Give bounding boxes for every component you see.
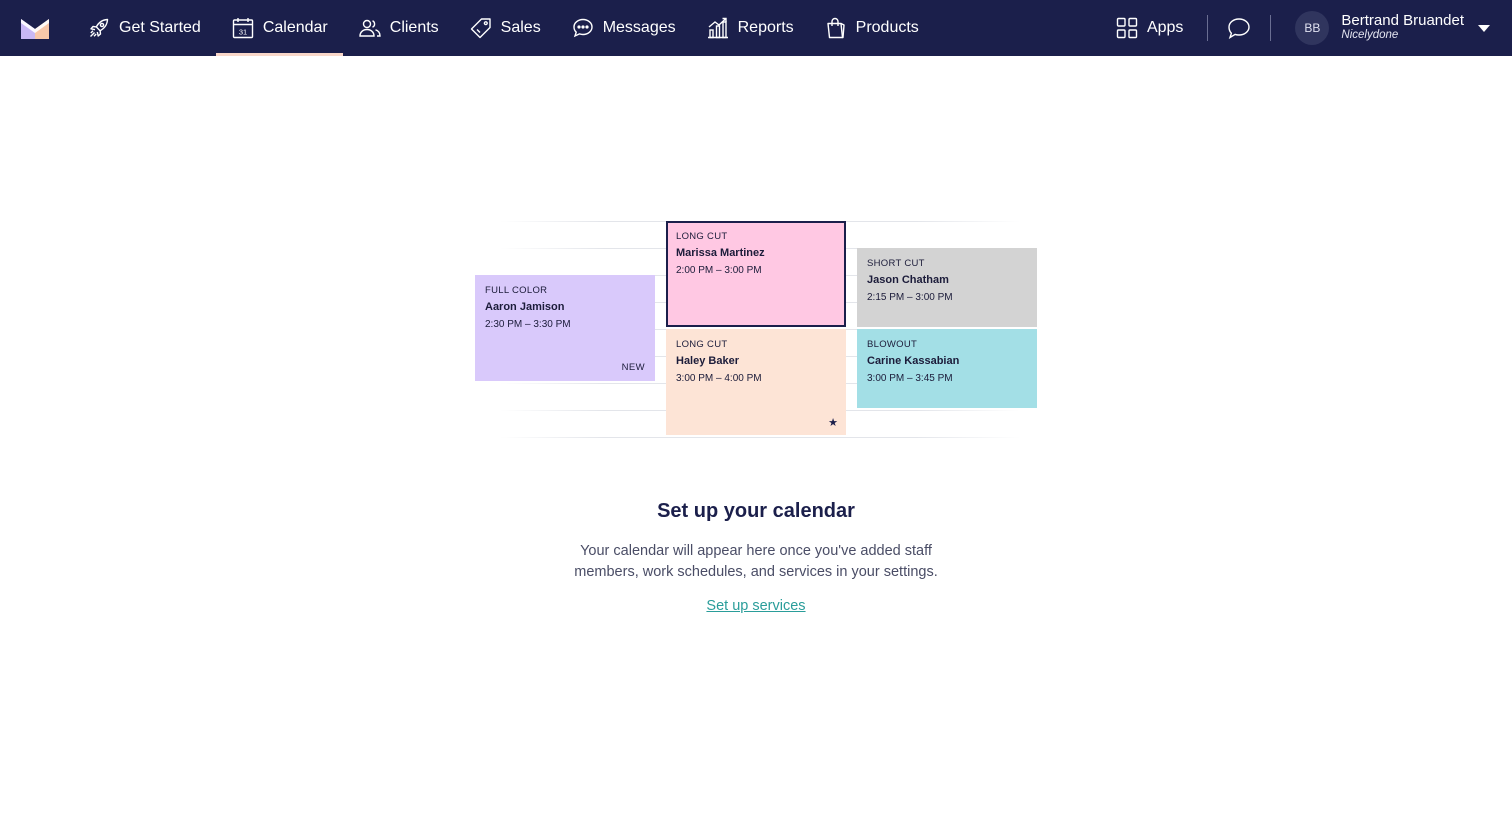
calendar-illustration: FULL COLOR Aaron Jamison 2:30 PM – 3:30 … xyxy=(440,215,1080,445)
nav-right-area: Apps BB Bertrand Bruandet Nicelydone xyxy=(1116,0,1512,56)
user-menu[interactable]: BB Bertrand Bruandet Nicelydone xyxy=(1295,11,1490,45)
appointment-client: Marissa Martinez xyxy=(676,247,765,259)
apps-button[interactable]: Apps xyxy=(1116,17,1183,39)
star-icon: ★ xyxy=(828,417,838,429)
nav-item-calendar[interactable]: 31 Calendar xyxy=(215,0,343,56)
nav-divider xyxy=(1270,15,1272,41)
nav-item-messages[interactable]: Messages xyxy=(556,0,691,56)
nav-label-clients: Clients xyxy=(389,19,439,36)
nav-label-sales: Sales xyxy=(500,19,541,36)
empty-state-title: Set up your calendar xyxy=(657,500,855,522)
nav-label-messages: Messages xyxy=(602,19,676,36)
appointment-time: 2:00 PM – 3:00 PM xyxy=(676,265,762,276)
appointment-client: Carine Kassabian xyxy=(867,355,960,367)
setup-services-link[interactable]: Set up services xyxy=(706,598,805,614)
appointment-time: 2:30 PM – 3:30 PM xyxy=(485,319,571,330)
appointment-time: 3:00 PM – 4:00 PM xyxy=(676,373,762,384)
nav-label-products: Products xyxy=(855,19,919,36)
top-nav-bar: Get Started 31 Calendar Clients Sales Me… xyxy=(0,0,1512,56)
appointment-service: SHORT CUT xyxy=(867,258,925,269)
rocket-icon xyxy=(90,18,109,37)
grid-line xyxy=(500,437,1020,438)
chat-button[interactable] xyxy=(1208,0,1270,56)
appointment-client: Jason Chatham xyxy=(867,274,949,286)
speech-bubble-icon xyxy=(1228,18,1251,39)
appointment-time: 3:00 PM – 3:45 PM xyxy=(867,373,953,384)
new-badge: NEW xyxy=(621,362,645,373)
brand-logo-icon[interactable] xyxy=(21,17,51,39)
user-name: Bertrand Bruandet xyxy=(1341,12,1464,29)
nav-label-get-started: Get Started xyxy=(119,19,201,36)
empty-state-body: Your calendar will appear here once you'… xyxy=(506,541,1006,583)
appointment-client: Haley Baker xyxy=(676,355,739,367)
user-info: Bertrand Bruandet Nicelydone xyxy=(1341,13,1464,43)
appointment-card-jason-chatham: SHORT CUT Jason Chatham 2:15 PM – 3:00 P… xyxy=(857,248,1037,327)
appointment-card-haley-baker: LONG CUT Haley Baker 3:00 PM – 4:00 PM ★ xyxy=(666,329,846,435)
nav-item-products[interactable]: Products xyxy=(809,0,934,56)
appointment-card-marissa-martinez: LONG CUT Marissa Martinez 2:00 PM – 3:00… xyxy=(666,221,846,327)
appointment-card-aaron-jamison: FULL COLOR Aaron Jamison 2:30 PM – 3:30 … xyxy=(475,275,655,381)
appointment-service: FULL COLOR xyxy=(485,285,548,296)
avatar: BB xyxy=(1295,11,1330,45)
appointment-client: Aaron Jamison xyxy=(485,301,565,313)
appointment-service: LONG CUT xyxy=(676,339,728,350)
appointment-card-carine-kassabian: BLOWOUT Carine Kassabian 3:00 PM – 3:45 … xyxy=(857,329,1037,408)
appointment-service: LONG CUT xyxy=(676,231,728,242)
nav-item-sales[interactable]: Sales xyxy=(454,0,556,56)
calendar-icon-day: 31 xyxy=(239,27,247,36)
main-nav: Get Started 31 Calendar Clients Sales Me… xyxy=(72,0,934,56)
user-org: Nicelydone xyxy=(1341,29,1399,41)
appointment-time: 2:15 PM – 3:00 PM xyxy=(867,292,953,303)
bar-chart-icon xyxy=(707,17,728,39)
chat-bubble-icon xyxy=(573,18,593,38)
empty-state-body-line: Your calendar will appear here once you'… xyxy=(580,543,932,559)
tag-icon xyxy=(470,18,491,39)
empty-state: Set up your calendar Your calendar will … xyxy=(506,497,1006,615)
apps-grid-icon xyxy=(1116,17,1138,39)
chevron-down-icon[interactable] xyxy=(1478,24,1490,32)
appointment-service: BLOWOUT xyxy=(867,339,918,350)
nav-item-clients[interactable]: Clients xyxy=(343,0,454,56)
shopping-bag-icon xyxy=(826,17,845,39)
nav-item-get-started[interactable]: Get Started xyxy=(72,0,216,56)
calendar-icon: 31 xyxy=(232,18,254,39)
nav-label-reports: Reports xyxy=(737,19,794,36)
users-icon xyxy=(359,19,381,37)
nav-label-calendar: Calendar xyxy=(262,19,328,36)
apps-label: Apps xyxy=(1146,19,1184,36)
empty-state-body-line: members, work schedules, and services in… xyxy=(574,564,938,580)
nav-item-reports[interactable]: Reports xyxy=(691,0,809,56)
